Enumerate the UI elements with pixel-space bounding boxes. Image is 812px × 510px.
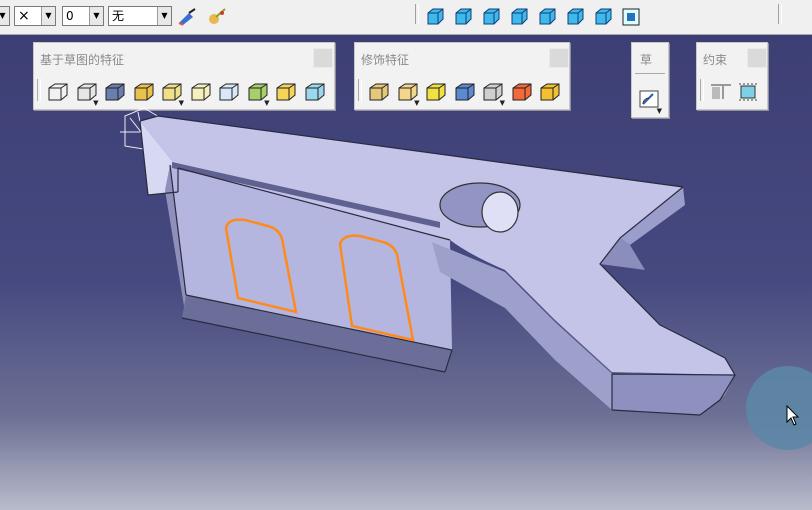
line-type-combo[interactable]: × ▼ bbox=[14, 6, 56, 26]
bottom-view-icon[interactable] bbox=[593, 7, 613, 27]
part-body bbox=[139, 115, 736, 416]
top-view-icon[interactable] bbox=[565, 7, 585, 27]
top-toolbar: ▼ × ▼ 0 ▼ 无 ▼ bbox=[0, 0, 812, 35]
chevron-down-icon[interactable]: ▼ bbox=[157, 7, 171, 25]
layer-combo[interactable]: 0 ▼ bbox=[62, 6, 104, 26]
mouse-cursor-icon bbox=[786, 404, 800, 430]
chevron-down-icon[interactable]: ▼ bbox=[41, 7, 55, 25]
property-combo[interactable]: 无 ▼ bbox=[108, 6, 172, 26]
toolbar-separator bbox=[415, 4, 419, 24]
left-view-icon[interactable] bbox=[509, 7, 529, 27]
3d-viewport[interactable] bbox=[0, 34, 812, 510]
front-view-icon[interactable] bbox=[453, 7, 473, 27]
back-view-icon[interactable] bbox=[481, 7, 501, 27]
right-view-icon[interactable] bbox=[537, 7, 557, 27]
named-views-icon[interactable] bbox=[621, 7, 641, 27]
blank-combo[interactable]: ▼ bbox=[0, 6, 10, 26]
painter-icon[interactable] bbox=[177, 7, 197, 27]
properties-brush-icon[interactable] bbox=[206, 7, 226, 27]
grip-bottom-face bbox=[612, 374, 735, 415]
chevron-down-icon[interactable]: ▼ bbox=[89, 7, 103, 25]
chevron-down-icon[interactable]: ▼ bbox=[0, 7, 9, 25]
toolbar-separator bbox=[778, 4, 782, 24]
iso-view-icon[interactable] bbox=[425, 7, 445, 27]
